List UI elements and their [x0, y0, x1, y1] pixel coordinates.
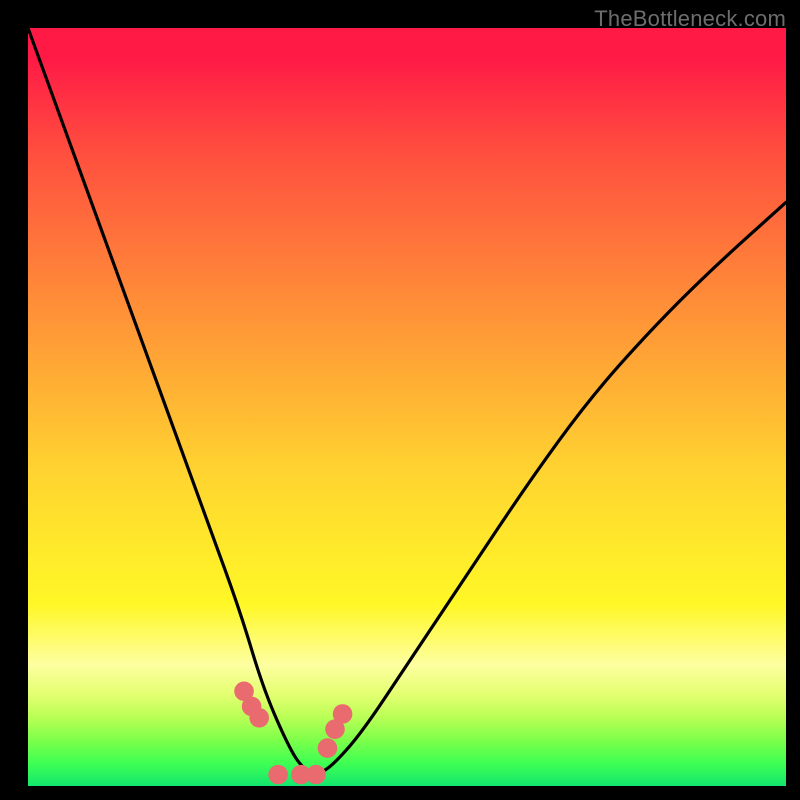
chart-frame: TheBottleneck.com — [0, 0, 800, 800]
highlight-marker — [268, 765, 288, 785]
highlight-marker — [306, 765, 326, 785]
bottleneck-curve-path — [28, 28, 786, 773]
watermark-text: TheBottleneck.com — [594, 6, 786, 32]
chart-svg — [28, 28, 786, 786]
marker-group — [234, 681, 352, 784]
highlight-marker — [318, 738, 338, 758]
highlight-marker — [333, 704, 353, 724]
highlight-marker — [249, 708, 269, 728]
